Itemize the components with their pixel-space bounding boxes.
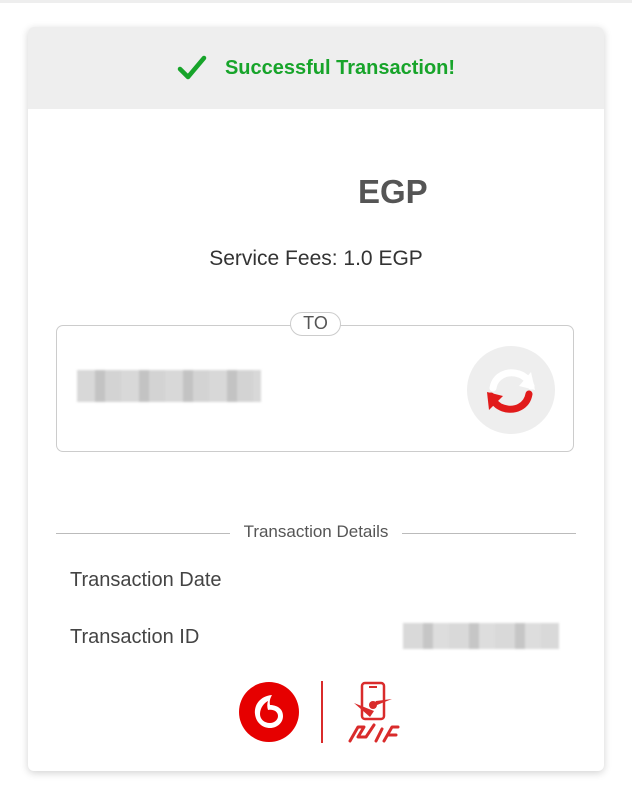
- amount-currency: EGP: [358, 173, 428, 210]
- success-title: Successful Transaction!: [224, 56, 456, 79]
- transaction-details-title: Transaction Details: [243, 522, 389, 541]
- transaction-receipt-card: Successful Transaction! EGP Service Fees…: [28, 27, 604, 771]
- top-divider: [0, 0, 632, 3]
- recipient-name-redacted: [77, 370, 261, 402]
- refresh-icon: [487, 369, 535, 413]
- to-label: TO: [290, 312, 341, 336]
- logo-separator: [321, 681, 323, 743]
- divider-line-right: [402, 533, 576, 534]
- footer-logos: [28, 677, 604, 745]
- transaction-id-redacted: [403, 623, 559, 649]
- check-icon: [177, 55, 207, 80]
- vodafone-cash-logo: [348, 681, 400, 743]
- recipient-box: TO: [56, 312, 574, 452]
- transaction-date-label: Transaction Date: [70, 569, 222, 591]
- service-fees: Service Fees: 1.0 EGP: [209, 247, 423, 270]
- amount-row: EGP: [28, 173, 604, 213]
- refresh-button[interactable]: [467, 346, 555, 434]
- transaction-id-label: Transaction ID: [70, 626, 200, 648]
- success-header: Successful Transaction!: [28, 27, 604, 109]
- vodafone-logo: [239, 682, 299, 742]
- transaction-details-divider: Transaction Details: [56, 522, 576, 546]
